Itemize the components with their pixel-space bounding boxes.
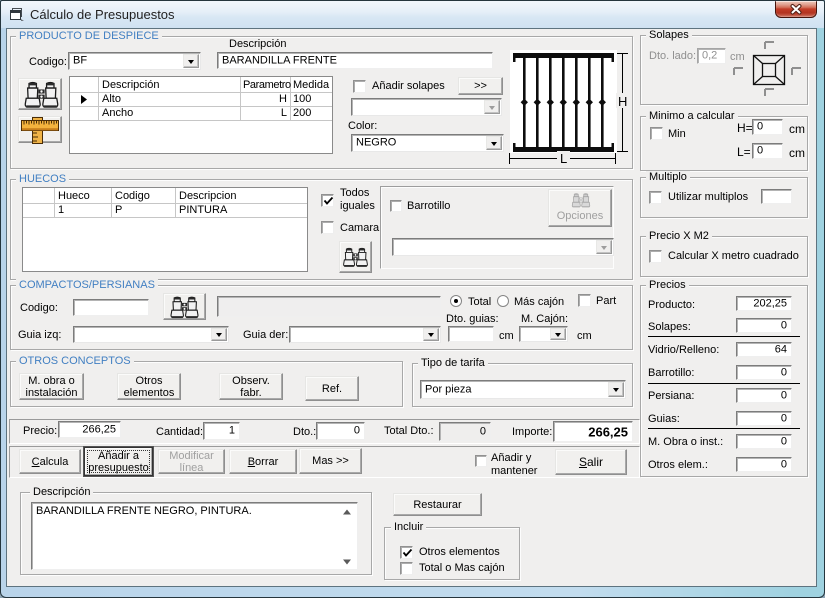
svg-text:L: L — [560, 151, 567, 166]
svg-text:H: H — [618, 94, 627, 109]
